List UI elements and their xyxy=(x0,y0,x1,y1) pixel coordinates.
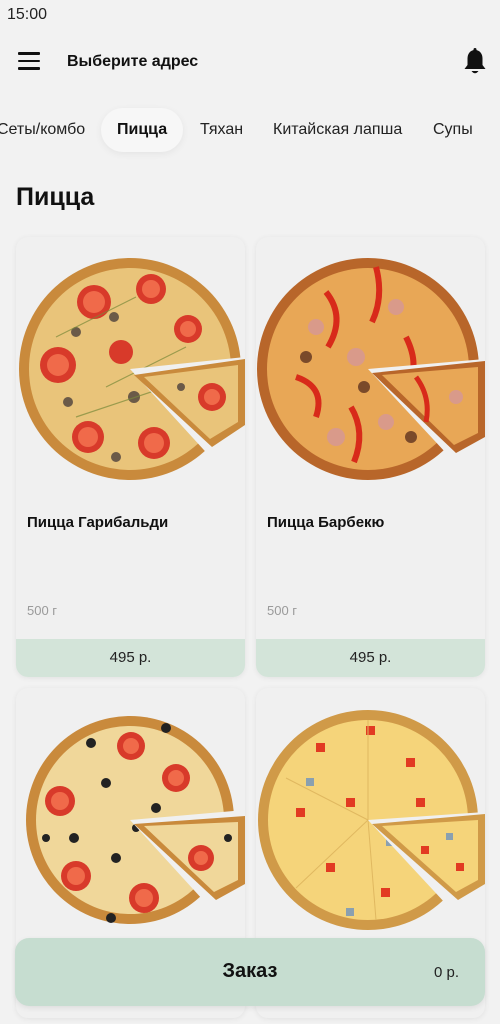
status-bar: 15:00 xyxy=(0,0,500,30)
tab-soups[interactable]: Супы xyxy=(433,108,473,152)
menu-icon[interactable] xyxy=(18,52,40,72)
product-price[interactable]: 495 р. xyxy=(256,639,485,677)
tab-pizza[interactable]: Пицца xyxy=(101,108,184,152)
notification-bell-icon[interactable] xyxy=(462,48,488,76)
order-label: Заказ xyxy=(222,960,278,982)
tab-sets-combo[interactable]: Сеты/комбо xyxy=(0,108,85,152)
product-name: Пицца Гарибальди xyxy=(27,514,169,531)
tab-tyahan[interactable]: Тяхан xyxy=(200,108,243,152)
address-selector[interactable]: Выберите адрес xyxy=(67,53,198,71)
product-weight: 500 г xyxy=(267,603,298,618)
section-title: Пицца xyxy=(16,183,95,211)
product-image xyxy=(16,688,245,946)
category-tabs: Сеты/комбо Пицца Тяхан Китайская лапша С… xyxy=(0,108,500,152)
order-total: 0 р. xyxy=(433,964,459,981)
product-card[interactable]: Пицца Гарибальди 500 г 495 р. xyxy=(16,237,245,677)
order-button[interactable]: Заказ 0 р. xyxy=(15,938,485,1006)
product-price[interactable]: 495 р. xyxy=(16,639,245,677)
tab-chinese-noodles[interactable]: Китайская лапша xyxy=(273,108,402,152)
status-time: 15:00 xyxy=(7,6,48,23)
product-image xyxy=(16,237,245,495)
product-image xyxy=(256,688,485,946)
product-card[interactable]: Пицца Барбекю 500 г 495 р. xyxy=(256,237,485,677)
product-weight: 500 г xyxy=(27,603,58,618)
app-header: Выберите адрес xyxy=(0,38,500,88)
product-name: Пицца Барбекю xyxy=(267,514,385,531)
product-image xyxy=(256,237,485,495)
